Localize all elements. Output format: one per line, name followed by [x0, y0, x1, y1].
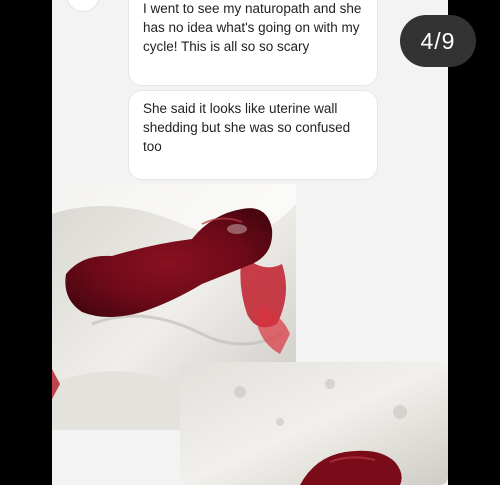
story-panel: I went to see my naturopath and she has … [52, 0, 448, 485]
page-counter: 4/9 [400, 15, 476, 67]
tissue-photo-icon [180, 362, 448, 485]
avatar[interactable] [66, 0, 100, 12]
photo [180, 362, 448, 485]
message-bubble: I went to see my naturopath and she has … [128, 0, 378, 86]
message-bubble: She said it looks like uterine wall shed… [128, 90, 378, 180]
